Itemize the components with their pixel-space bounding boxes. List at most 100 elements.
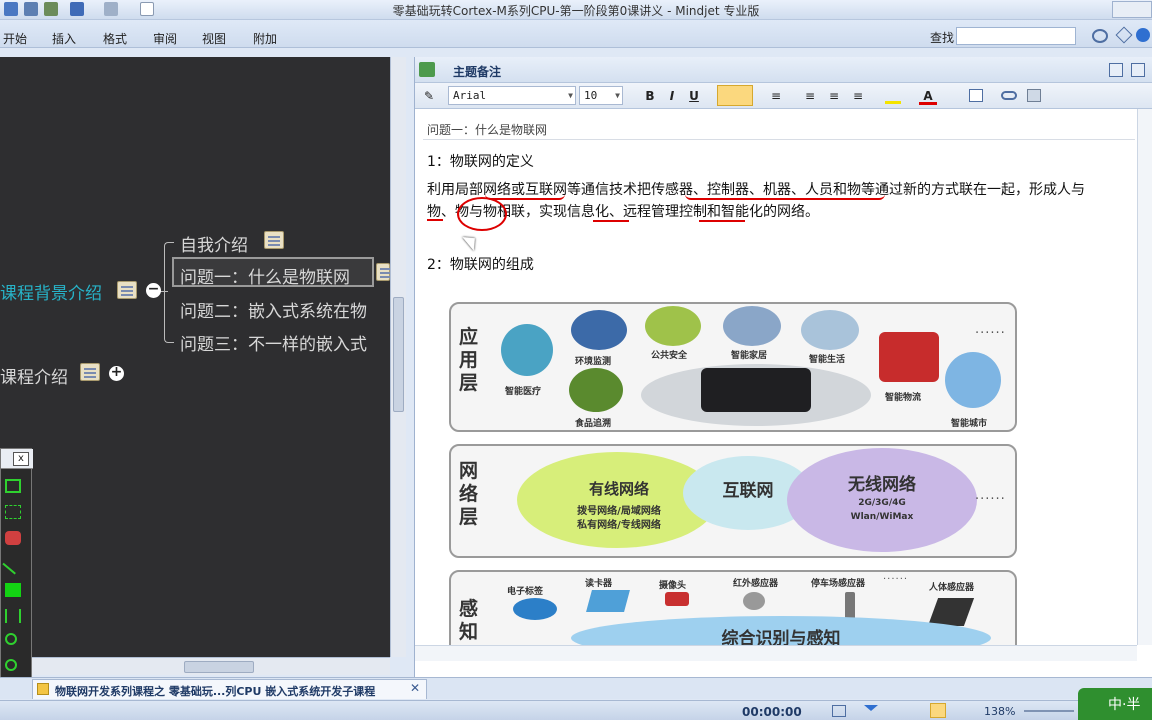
watermark-text: 中·半 [1108,697,1141,713]
heading-composition: 2：物联网的组成 [427,257,534,273]
tab-insert[interactable]: 插入 [52,30,76,47]
image-icon[interactable] [1027,89,1041,102]
app-item-label: 智能家居 [731,351,768,361]
indent-button[interactable]: ≡ [849,87,867,105]
notes-horizontal-scrollbar[interactable] [415,645,1137,661]
divider [423,139,1135,140]
network-layer: 网络层 有线网络 拨号网络/局域网络 私有网络/专线网络 互联网 无线网络 2G… [449,444,1017,558]
sensor-label: 停车场感应器 [811,579,866,589]
central-topic[interactable]: 课程背景介绍 [0,279,102,304]
subtopic-self-intro[interactable]: 自我介绍 [180,231,248,256]
cloud-subtitle: 2G/3G/4G [858,498,906,508]
layout-icon[interactable] [930,703,946,718]
tab-addins[interactable]: 附加 [253,30,277,47]
application-layer: 应用层 智能医疗 环境监测 公共安全 智能家居 智能生活 智能物流 智能城市 食… [449,302,1017,432]
filter-icon[interactable] [864,705,878,711]
ink-underline [699,217,745,222]
sensor-label: 摄像头 [659,581,687,591]
bullet-list-button[interactable]: ≡ [801,87,819,105]
more-dots: ······ [975,326,1006,341]
zoom-icon[interactable] [5,633,17,645]
help-circle-icon[interactable] [1136,28,1150,42]
app-item-label: 环境监测 [575,357,612,367]
minimize-button[interactable] [1112,1,1152,18]
subtopic-question3[interactable]: 问题三：不一样的嵌入式 [180,330,367,355]
find-input[interactable] [956,27,1076,45]
layer-label: 感知 [459,598,479,643]
select-rect-icon[interactable] [5,505,21,519]
ink-underline [593,217,629,222]
more-dots: ······ [975,492,1006,507]
font-color-icon[interactable]: A [919,87,937,105]
bars-icon[interactable] [5,609,21,623]
layer-label: 应用层 [459,326,479,394]
tab-view[interactable]: 视图 [202,30,226,47]
medical-icon [501,324,553,376]
scroll-thumb[interactable] [393,297,404,412]
sensor-label: 读卡器 [585,579,613,589]
mind-map-canvas[interactable]: 课程背景介绍 − 自我介绍 问题一：什么是物联网 问题二：嵌入式系统在物 问题三… [0,57,392,675]
line-icon[interactable] [2,553,24,575]
smart-home-icon [723,306,781,346]
watermark-badge: 中·半 [1078,688,1152,720]
notes-title: 主题备注 [453,65,502,79]
link-icon[interactable] [1001,91,1017,100]
topic-course-intro[interactable]: 课程介绍 [0,363,68,388]
cloud-subtitle: 私有网络/专线网络 [577,520,661,531]
close-tab-button[interactable]: ✕ [410,681,420,695]
app-item-label: 智能物流 [885,393,922,403]
heading-definition: 1：物联网的定义 [427,154,534,170]
settings-icon[interactable] [1092,29,1108,43]
highlight-icon[interactable] [885,101,901,104]
subtopic-question2[interactable]: 问题二：嵌入式系统在物 [180,297,367,322]
tab-format[interactable]: 格式 [103,30,127,47]
server-cluster-icon [701,368,811,412]
align-left-button[interactable] [717,85,753,106]
cloud-title: 无线网络 [848,475,916,495]
font-size-select[interactable]: 10 ▼ [579,86,623,105]
notes-icon [419,62,435,77]
italic-button[interactable]: I [663,87,681,105]
subtopic-question1[interactable]: 问题一：什么是物联网 [180,263,350,288]
bold-button[interactable]: B [641,87,659,105]
status-bar: 00:00:00 138% [0,700,1152,720]
note-icon[interactable] [117,281,137,299]
scroll-thumb[interactable] [184,661,254,673]
environment-icon [571,310,627,350]
underline-button[interactable]: U [685,87,703,105]
note-icon[interactable] [264,231,284,249]
window-title: 零基础玩转Cortex-M系列CPU-第一阶段第0课讲义 - Mindjet 专… [392,4,760,18]
notes-vertical-scrollbar[interactable] [1137,109,1152,645]
camera-icon [665,592,689,606]
collapse-toggle[interactable]: − [146,282,161,298]
view-icon[interactable] [832,705,846,717]
map-horizontal-scrollbar[interactable] [32,657,390,675]
dock-icon[interactable] [1109,63,1123,77]
outdent-button[interactable]: ≡ [825,87,843,105]
body-sensor-icon [927,598,975,626]
screen-icon[interactable] [5,479,21,493]
close-pane-icon[interactable] [1131,63,1145,77]
note-icon[interactable] [376,263,392,281]
cloud-title: 有线网络 [588,480,649,498]
mouse-cursor [462,231,481,251]
font-family-select[interactable]: Arial ▼ [448,86,576,105]
palette-close-button[interactable]: x [13,452,29,466]
help-icon[interactable] [5,659,17,671]
format-painter-icon[interactable]: ✎ [420,87,438,105]
collapse-ribbon-icon[interactable] [1115,26,1133,44]
fill-icon[interactable] [5,583,21,597]
table-icon[interactable] [969,89,983,102]
ink-underline [685,194,885,200]
expand-toggle[interactable]: + [109,365,124,381]
tab-review[interactable]: 审阅 [153,30,177,47]
numbered-list-button[interactable]: ≡ [767,87,785,105]
note-icon[interactable] [80,363,100,381]
pen-icon[interactable] [5,531,21,545]
tab-home[interactable]: 开始 [3,30,27,47]
document-tab[interactable]: 物联网开发系列课程之 零基础玩...列CPU 嵌入式系统开发子课程 [32,679,427,699]
map-vertical-scrollbar[interactable] [390,57,406,657]
ink-underline [485,194,565,200]
zoom-slider[interactable] [1024,710,1074,712]
app-item-label: 公共安全 [651,351,688,361]
